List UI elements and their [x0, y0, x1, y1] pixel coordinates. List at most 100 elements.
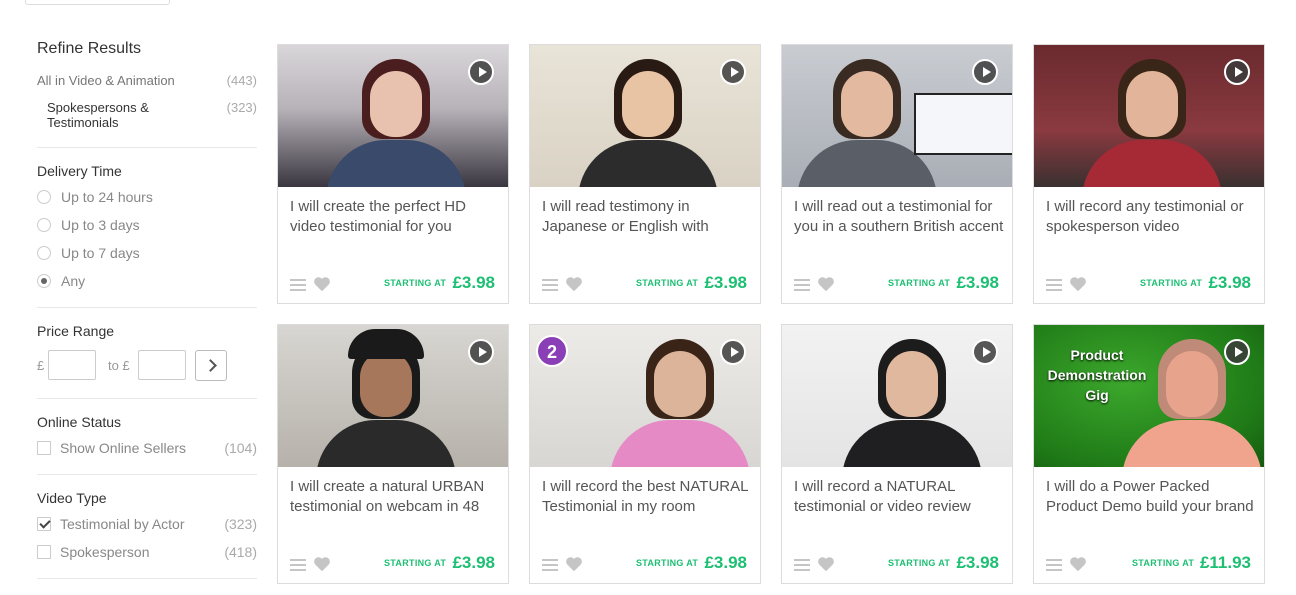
monitor-screen — [914, 93, 1012, 155]
divider — [37, 147, 257, 148]
radio-button-selected[interactable] — [37, 274, 51, 288]
person-body — [316, 420, 456, 467]
radio-button[interactable] — [37, 218, 51, 232]
checkbox[interactable] — [37, 441, 51, 455]
video-thumbnail[interactable] — [1034, 45, 1264, 187]
gig-title[interactable]: I will record any testimonial or spokesp… — [1046, 197, 1258, 237]
gig-price: £3.98 — [1208, 273, 1251, 292]
person-body — [842, 420, 982, 467]
gig-price: £3.98 — [452, 273, 495, 292]
video-thumbnail[interactable] — [530, 45, 760, 187]
delivery-option-label[interactable]: Up to 24 hours — [61, 189, 153, 205]
starting-at-label: STARTING AT — [888, 558, 951, 568]
video-thumbnail[interactable] — [782, 45, 1012, 187]
online-status-title: Online Status — [37, 414, 122, 430]
gig-title[interactable]: I will create a natural URBAN testimonia… — [290, 477, 502, 517]
starting-at-label: STARTING AT — [1140, 278, 1203, 288]
person-body — [610, 420, 750, 467]
price-range-title: Price Range — [37, 323, 115, 339]
person-face — [886, 351, 938, 417]
delivery-title: Delivery Time — [37, 163, 122, 179]
gig-title[interactable]: I will read out a testimonial for you in… — [794, 197, 1006, 237]
person-face — [1126, 71, 1178, 137]
play-icon[interactable] — [1224, 59, 1250, 85]
subcategory-label[interactable]: Spokespersons & Testimonials — [47, 100, 177, 130]
gig-card[interactable]: I will do a Power Packed Product Demo bu… — [1033, 324, 1265, 584]
video-type-label[interactable]: Spokesperson — [60, 544, 150, 560]
gig-card[interactable]: I will read out a testimonial for you in… — [781, 44, 1013, 304]
price-min-input[interactable] — [48, 350, 96, 380]
menu-icon[interactable] — [290, 559, 306, 571]
delivery-option-label[interactable]: Any — [61, 273, 85, 289]
gig-card[interactable]: I will record any testimonial or spokesp… — [1033, 44, 1265, 304]
gig-price: £3.98 — [956, 273, 999, 292]
starting-at-label: STARTING AT — [636, 558, 699, 568]
level-badge: 2 — [536, 335, 568, 367]
video-thumbnail[interactable] — [278, 45, 508, 187]
heart-icon[interactable] — [313, 276, 331, 292]
menu-icon[interactable] — [542, 559, 558, 571]
gig-price: £3.98 — [452, 553, 495, 572]
person-body — [1082, 140, 1222, 187]
delivery-option-label[interactable]: Up to 7 days — [61, 245, 140, 261]
menu-icon[interactable] — [290, 279, 306, 291]
menu-icon[interactable] — [794, 279, 810, 291]
gig-title[interactable]: I will do a Power Packed Product Demo bu… — [1046, 477, 1258, 517]
radio-button[interactable] — [37, 246, 51, 260]
checkbox-checked[interactable] — [37, 517, 51, 531]
video-thumbnail[interactable] — [782, 325, 1012, 467]
starting-at-label: STARTING AT — [384, 278, 447, 288]
heart-icon[interactable] — [313, 556, 331, 572]
category-count: (443) — [226, 73, 257, 88]
heart-icon[interactable] — [817, 276, 835, 292]
gig-title[interactable]: I will create the perfect HD video testi… — [290, 197, 502, 237]
video-type-testimonial[interactable]: Testimonial by Actor (323) — [37, 516, 257, 534]
play-icon[interactable] — [972, 339, 998, 365]
gig-card[interactable]: I will read testimony in Japanese or Eng… — [529, 44, 761, 304]
video-type-count: (323) — [224, 516, 257, 532]
gig-title[interactable]: I will read testimony in Japanese or Eng… — [542, 197, 754, 237]
heart-icon[interactable] — [565, 556, 583, 572]
gig-title[interactable]: I will record the best NATURAL Testimoni… — [542, 477, 754, 517]
category-all-video[interactable]: All in Video & Animation (443) — [37, 73, 257, 88]
price-max-input[interactable] — [138, 350, 186, 380]
top-search-box[interactable] — [25, 0, 170, 5]
person-face — [654, 351, 706, 417]
divider — [37, 578, 257, 579]
person-body — [578, 140, 718, 187]
gig-card[interactable]: I will create a natural URBAN testimonia… — [277, 324, 509, 584]
menu-icon[interactable] — [794, 559, 810, 571]
play-icon[interactable] — [468, 339, 494, 365]
video-type-label[interactable]: Testimonial by Actor — [60, 516, 185, 532]
video-type-spokesperson[interactable]: Spokesperson (418) — [37, 544, 257, 562]
play-icon[interactable] — [720, 59, 746, 85]
heart-icon[interactable] — [1069, 556, 1087, 572]
person-body — [326, 140, 466, 187]
checkbox[interactable] — [37, 545, 51, 559]
menu-icon[interactable] — [1046, 559, 1062, 571]
price-go-button[interactable] — [195, 350, 227, 381]
delivery-option-label[interactable]: Up to 3 days — [61, 217, 140, 233]
menu-icon[interactable] — [542, 279, 558, 291]
play-icon[interactable] — [1224, 339, 1250, 365]
play-icon[interactable] — [972, 59, 998, 85]
gig-card[interactable]: I will record the best NATURAL Testimoni… — [529, 324, 761, 584]
gig-title[interactable]: I will record a NATURAL testimonial or v… — [794, 477, 1006, 517]
gig-card[interactable]: I will create the perfect HD video testi… — [277, 44, 509, 304]
heart-icon[interactable] — [565, 276, 583, 292]
person-face — [841, 71, 893, 137]
play-icon[interactable] — [720, 339, 746, 365]
heart-icon[interactable] — [1069, 276, 1087, 292]
online-sellers-label[interactable]: Show Online Sellers — [60, 440, 186, 456]
heart-icon[interactable] — [817, 556, 835, 572]
video-type-count: (418) — [224, 544, 257, 560]
gig-card[interactable]: I will record a NATURAL testimonial or v… — [781, 324, 1013, 584]
currency-symbol: £ — [37, 358, 45, 373]
menu-icon[interactable] — [1046, 279, 1062, 291]
video-thumbnail[interactable] — [278, 325, 508, 467]
radio-button[interactable] — [37, 190, 51, 204]
online-sellers-filter[interactable]: Show Online Sellers (104) — [37, 440, 257, 458]
play-icon[interactable] — [468, 59, 494, 85]
subcategory-spokespersons[interactable]: Spokespersons & Testimonials (323) — [47, 100, 257, 130]
category-label[interactable]: All in Video & Animation — [37, 73, 175, 88]
